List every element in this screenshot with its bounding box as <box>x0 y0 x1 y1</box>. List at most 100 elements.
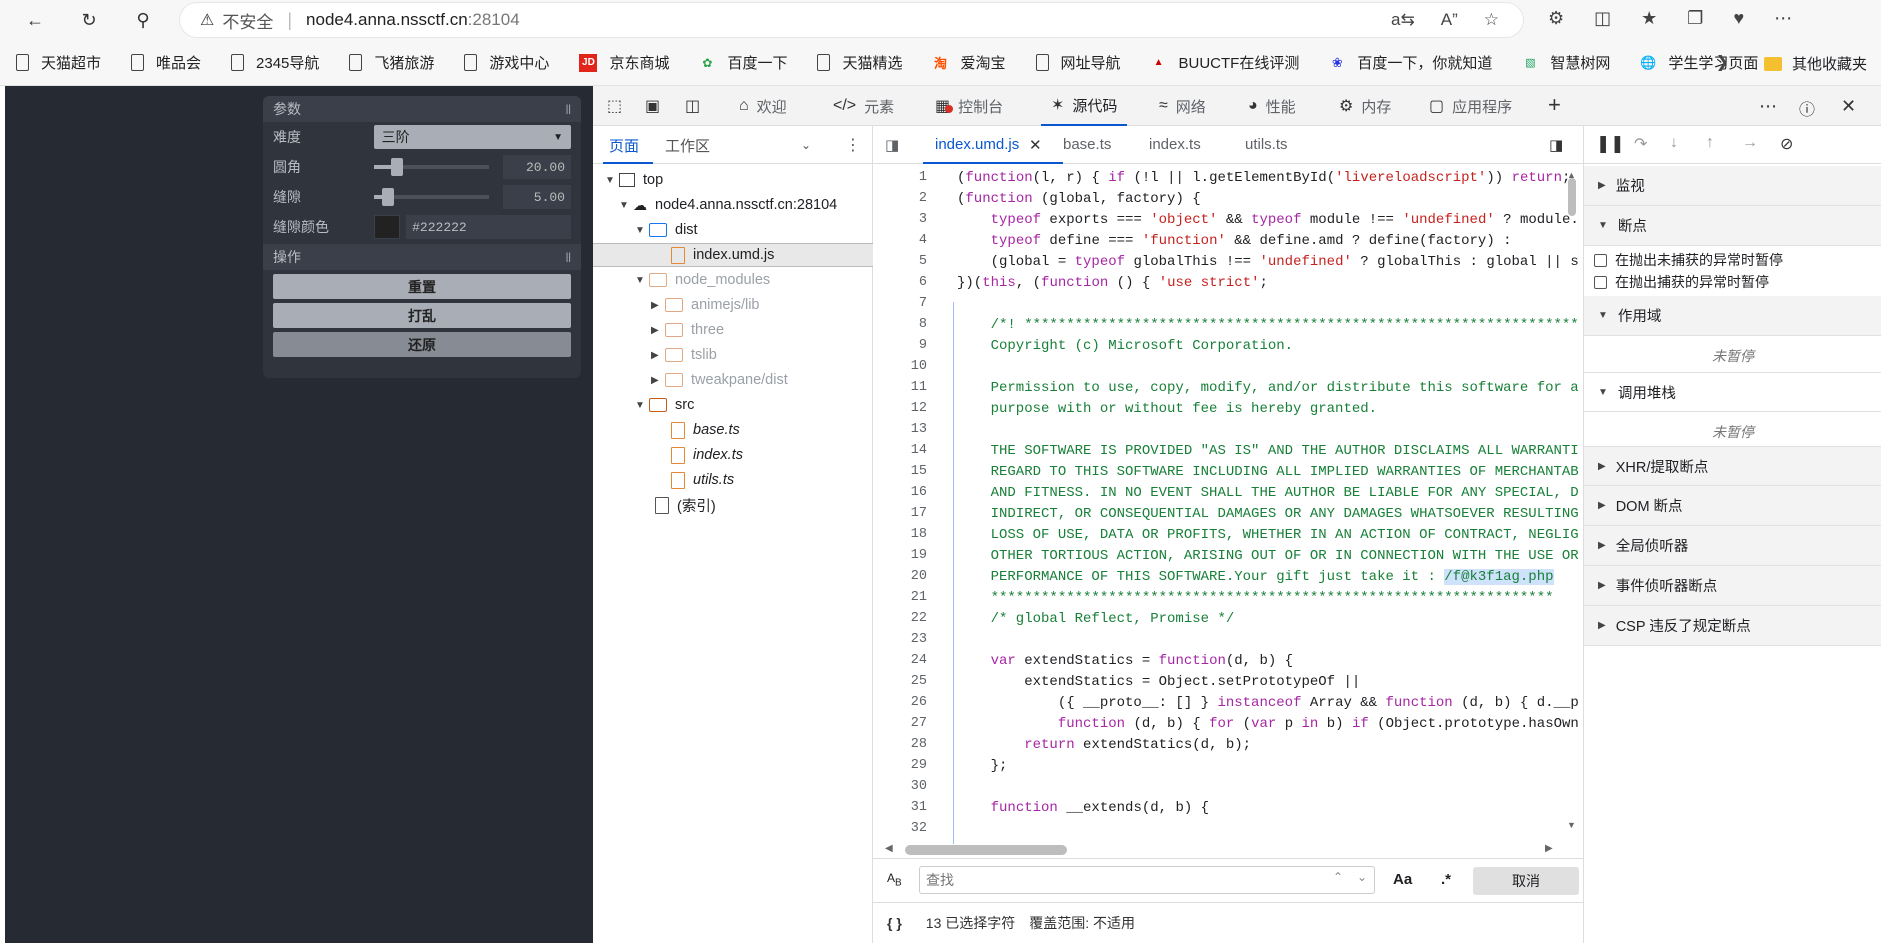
scroll-down-icon[interactable]: ▼ <box>1567 820 1576 830</box>
add-tab-icon[interactable]: + <box>1548 92 1561 118</box>
code-editor[interactable]: 1 2 3 4 5 6 7 8 9 10 11 12 13 14 15 16 17 18 19 20 21 22 23 24 2… <box>873 164 1583 844</box>
editor-tab-utils[interactable]: utils.ts <box>1245 136 1288 153</box>
gap-input[interactable]: 5.00 <box>503 185 571 209</box>
pretty-print-button[interactable]: { } <box>887 915 902 931</box>
tree-item-node-modules[interactable]: ▼ node_modules <box>635 268 770 292</box>
refresh-icon[interactable]: ↻ <box>74 6 104 34</box>
bookmark-item[interactable]: ✿ 百度一下 <box>699 52 787 73</box>
bookmark-item[interactable]: 唯品会 <box>131 52 201 73</box>
bookmark-item[interactable]: ▧ 智慧树网 <box>1522 52 1610 73</box>
more-options-icon[interactable]: ⋯ <box>1759 96 1777 117</box>
tab-performance[interactable]: ◕ 性能 <box>1248 86 1296 126</box>
other-favorites-folder[interactable]: 其他收藏夹 <box>1763 53 1867 74</box>
section-scope[interactable]: ▼ 作用域 <box>1584 296 1881 336</box>
editor-tab-index-umd[interactable]: index.umd.js <box>935 136 1019 153</box>
radius-slider[interactable] <box>374 158 490 176</box>
editor-tab-index-ts[interactable]: index.ts <box>1149 136 1201 153</box>
help-icon[interactable]: ⓘ <box>1799 96 1815 120</box>
section-breakpoints[interactable]: ▼ 断点 <box>1584 206 1881 246</box>
close-tab-icon[interactable]: ✕ <box>1029 136 1042 154</box>
regex-button[interactable]: .* <box>1441 871 1451 888</box>
health-icon[interactable]: ♥ <box>1733 8 1744 29</box>
chevron-right-icon[interactable]: ❯ <box>1716 52 1729 72</box>
find-previous-icon[interactable]: ⌃ <box>1333 870 1343 884</box>
section-dom-breakpoints[interactable]: ▶ DOM 断点 <box>1584 486 1881 526</box>
bookmark-item[interactable]: ❀ 百度一下，你就知道 <box>1329 52 1492 73</box>
bookmark-item[interactable]: 网址导航 <box>1035 52 1121 73</box>
step-over-icon[interactable]: ↷ <box>1634 134 1647 154</box>
extensions-icon[interactable]: ⚙ <box>1548 8 1564 29</box>
pause-uncaught-checkbox[interactable]: 在抛出未捕获的异常时暂停 <box>1594 250 1783 270</box>
section-call-stack[interactable]: ▼ 调用堆栈 <box>1584 372 1881 412</box>
search-input[interactable] <box>919 866 1375 894</box>
bookmark-item[interactable]: JD 京东商城 <box>579 52 669 73</box>
match-case-button[interactable]: Aa <box>1393 871 1412 888</box>
vertical-scrollbar[interactable] <box>1568 178 1576 216</box>
pause-caught-checkbox[interactable]: 在抛出捕获的异常时暂停 <box>1594 272 1769 292</box>
bookmark-item[interactable]: 淘爱淘宝 <box>932 52 1006 73</box>
dock-icon[interactable]: ◫ <box>685 96 700 116</box>
more-menu-icon[interactable]: ⋯ <box>1774 8 1792 29</box>
scroll-up-icon[interactable]: ▲ <box>1567 170 1576 180</box>
step-icon[interactable]: → <box>1742 134 1758 152</box>
section-global-listeners[interactable]: ▶ 全局侦听器 <box>1584 526 1881 566</box>
tree-item-utils[interactable]: utils.ts <box>671 468 734 492</box>
gap-color-swatch[interactable] <box>374 215 401 239</box>
search-icon[interactable]: ⚲ <box>128 6 158 34</box>
tab-workspace[interactable]: 工作区 <box>665 135 710 156</box>
inspect-icon[interactable]: ⬚ <box>607 96 622 116</box>
tree-item-top[interactable]: ▼ top <box>605 168 663 192</box>
bookmark-item[interactable]: 2345导航 <box>231 52 319 73</box>
favorite-star-icon[interactable]: ☆ <box>1484 10 1499 30</box>
bookmark-item[interactable]: 飞猪旅游 <box>349 52 434 73</box>
tab-application[interactable]: ▢ 应用程序 <box>1429 86 1512 126</box>
horizontal-scrollbar[interactable] <box>905 845 1067 855</box>
tab-elements[interactable]: </> 元素 <box>833 86 894 126</box>
close-devtools-icon[interactable]: ✕ <box>1841 96 1856 117</box>
device-emulation-icon[interactable]: ▣ <box>645 96 660 116</box>
ops-folder-title[interactable]: 操作 || <box>263 244 581 270</box>
tab-sources[interactable]: ✶ 源代码 <box>1041 86 1128 126</box>
gap-color-input[interactable]: #222222 <box>406 215 571 239</box>
step-into-icon[interactable]: ↓ <box>1670 134 1678 152</box>
tree-item-tslib[interactable]: ▶ tslib <box>651 343 717 367</box>
bookmark-item[interactable]: ▲ BUUCTF在线评测 <box>1151 52 1300 73</box>
section-watch[interactable]: ▶ 监视 <box>1584 166 1881 206</box>
collections-icon[interactable]: ❐ <box>1687 8 1703 29</box>
section-event-listener-breakpoints[interactable]: ▶ 事件侦听器断点 <box>1584 566 1881 606</box>
shuffle-button[interactable]: 打乱 <box>273 303 571 328</box>
gap-slider[interactable] <box>374 188 490 206</box>
replace-toggle-icon[interactable]: AB <box>887 871 902 888</box>
tree-item-index-umd[interactable]: index.umd.js <box>671 243 774 267</box>
scroll-left-icon[interactable]: ◀ <box>885 843 893 854</box>
toggle-navigator-icon[interactable]: ◨ <box>885 136 899 154</box>
toggle-debugger-icon[interactable]: ◨ <box>1549 136 1563 154</box>
difficulty-select[interactable]: 三阶 ▼ <box>373 125 571 149</box>
cancel-button[interactable]: 取消 <box>1473 867 1579 895</box>
tree-item-index-page[interactable]: (索引) <box>655 493 716 517</box>
editor-tab-base[interactable]: base.ts <box>1063 136 1111 153</box>
bookmark-item[interactable]: 🌐 学生学习页面 <box>1640 52 1758 73</box>
chevron-down-icon[interactable]: ⌄ <box>801 138 811 152</box>
split-screen-icon[interactable]: ◫ <box>1594 8 1611 29</box>
address-bar[interactable]: ⚠ 不安全 | node4.anna.nssctf.cn :28104 a⇆ A… <box>180 3 1523 37</box>
tree-item-index-ts[interactable]: index.ts <box>671 443 743 467</box>
tab-memory[interactable]: ⚙ 内存 <box>1339 86 1391 126</box>
tree-item-base[interactable]: base.ts <box>671 418 740 442</box>
tab-network[interactable]: ≈ 网络 <box>1159 86 1206 126</box>
tab-console[interactable]: ▦ 控制台 <box>935 86 1003 126</box>
section-csp-breakpoints[interactable]: ▶ CSP 违反了规定断点 <box>1584 606 1881 646</box>
reset-button[interactable]: 重置 <box>273 274 571 299</box>
tree-item-host[interactable]: ▼ ☁ node4.anna.nssctf.cn:28104 <box>619 193 837 217</box>
radius-input[interactable]: 20.00 <box>503 155 571 179</box>
scroll-right-icon[interactable]: ▶ <box>1545 843 1553 854</box>
pause-icon[interactable]: ❚❚ <box>1596 134 1625 154</box>
params-folder-title[interactable]: 参数 || <box>263 96 581 122</box>
deactivate-breakpoints-icon[interactable]: ⊘ <box>1780 134 1793 154</box>
bookmark-item[interactable]: 天猫超市 <box>16 52 101 73</box>
tab-welcome[interactable]: ⌂ 欢迎 <box>739 86 787 126</box>
favorites-icon[interactable]: ★ <box>1641 8 1657 29</box>
tree-item-three[interactable]: ▶ three <box>651 318 724 342</box>
bookmark-item[interactable]: 游戏中心 <box>464 52 549 73</box>
tree-item-dist[interactable]: ▼ dist <box>635 218 698 242</box>
